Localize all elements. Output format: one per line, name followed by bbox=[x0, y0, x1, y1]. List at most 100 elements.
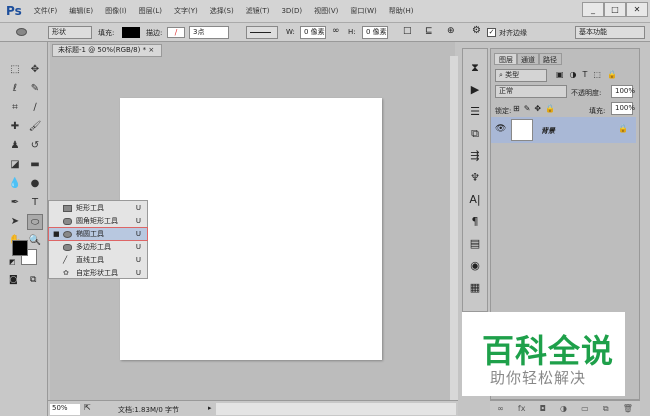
brush-tool-icon[interactable]: 🖌 bbox=[27, 119, 43, 135]
layer-row-background[interactable]: 👁 背景 🔒 bbox=[491, 117, 636, 143]
align-edges-checkbox[interactable]: ✓ bbox=[487, 28, 496, 37]
share-icon[interactable]: ⇱ bbox=[84, 403, 91, 412]
menu-view[interactable]: 视图(V) bbox=[314, 6, 338, 16]
blend-mode-select[interactable]: 正常 bbox=[495, 85, 567, 98]
fill-label: 填充: bbox=[98, 29, 115, 37]
path-operations-icon[interactable]: □ bbox=[403, 26, 412, 36]
quick-select-tool-icon[interactable]: ✎ bbox=[27, 81, 43, 97]
tab-channels[interactable]: 通道 bbox=[516, 53, 540, 65]
history-brush-icon[interactable]: ↺ bbox=[27, 138, 43, 154]
vertical-scrollbar[interactable] bbox=[450, 56, 458, 400]
healing-tool-icon[interactable]: ✚ bbox=[7, 119, 23, 135]
default-colors-icon[interactable]: ◩ bbox=[9, 258, 16, 266]
height-input[interactable]: 0 像素 bbox=[362, 26, 388, 39]
path-arrangement-icon[interactable]: ⊕ bbox=[447, 26, 455, 36]
add-mask-icon[interactable]: ◘ bbox=[540, 404, 546, 413]
clone-source-icon[interactable]: ⧉ bbox=[463, 123, 487, 145]
stamp-tool-icon[interactable]: ♟ bbox=[7, 138, 23, 154]
fx-icon[interactable]: fx bbox=[518, 404, 526, 413]
canvas[interactable] bbox=[120, 98, 382, 360]
history-icon[interactable]: ⧗ bbox=[463, 57, 487, 79]
foreground-color[interactable] bbox=[12, 240, 28, 256]
menu-help[interactable]: 帮助(H) bbox=[389, 6, 414, 16]
lock-icons[interactable]: ⊞✎✥🔒 bbox=[513, 104, 559, 113]
close-tab-icon[interactable]: × bbox=[148, 46, 154, 54]
polygon-icon bbox=[63, 243, 72, 251]
gradient-tool-icon[interactable]: ▬ bbox=[27, 157, 43, 173]
document-tab[interactable]: 未标题-1 @ 50%(RGB/8) * × bbox=[52, 44, 162, 57]
stroke-label: 描边: bbox=[146, 29, 163, 37]
minimize-button[interactable]: _ bbox=[582, 2, 604, 17]
flyout-item-rectangle[interactable]: 矩形工具 U bbox=[49, 202, 147, 214]
width-input[interactable]: 0 像素 bbox=[300, 26, 326, 39]
menu-filter[interactable]: 滤镜(T) bbox=[246, 6, 270, 16]
quick-mask-icon[interactable]: ◙ bbox=[9, 275, 18, 285]
close-button[interactable]: ✕ bbox=[626, 2, 648, 17]
eraser-tool-icon[interactable]: ◪ bbox=[7, 157, 23, 173]
mode-select[interactable]: 形状 bbox=[48, 26, 92, 39]
menu-select[interactable]: 选择(S) bbox=[210, 6, 234, 16]
marquee-tool-icon[interactable]: ⬚ bbox=[7, 62, 23, 78]
stroke-swatch[interactable]: / bbox=[167, 27, 185, 38]
menu-window[interactable]: 窗口(W) bbox=[350, 6, 376, 16]
pen-tool-icon[interactable]: ✒ bbox=[7, 195, 23, 211]
stroke-size-input[interactable]: 3点 bbox=[189, 26, 229, 39]
link-icon[interactable]: ∞ bbox=[332, 26, 340, 36]
paragraph-icon[interactable]: ¶ bbox=[463, 211, 487, 233]
ellipse-tool-icon[interactable]: ⬭ bbox=[27, 214, 43, 230]
crop-tool-icon[interactable]: ⌗ bbox=[7, 100, 23, 116]
properties-icon[interactable]: ☰ bbox=[463, 101, 487, 123]
type-tool-icon[interactable]: T bbox=[27, 195, 43, 211]
3d-icon[interactable]: ◉ bbox=[463, 255, 487, 277]
menu-image[interactable]: 图像(I) bbox=[105, 6, 127, 16]
fill-swatch[interactable] bbox=[122, 27, 140, 38]
flyout-item-rounded-rectangle[interactable]: 圆角矩形工具 U bbox=[49, 215, 147, 227]
brush-presets-icon[interactable]: ♆ bbox=[463, 167, 487, 189]
custom-shape-icon: ✿ bbox=[63, 269, 69, 277]
workspace-select[interactable]: 基本功能 bbox=[575, 26, 645, 39]
delete-layer-icon[interactable]: 🗑 bbox=[623, 404, 633, 413]
gear-icon[interactable]: ⚙ bbox=[472, 25, 481, 36]
new-layer-icon[interactable]: ⧉ bbox=[603, 404, 609, 414]
menu-edit[interactable]: 编辑(E) bbox=[69, 6, 93, 16]
swatches-icon[interactable]: ▦ bbox=[463, 277, 487, 299]
filter-icons[interactable]: ▣◑T⬚🔒 bbox=[556, 70, 623, 79]
opacity-input[interactable]: 100% bbox=[611, 85, 635, 98]
actions-play-icon[interactable]: ▶ bbox=[463, 79, 487, 101]
lasso-tool-icon[interactable]: ℓ bbox=[7, 81, 23, 97]
stroke-type-select[interactable] bbox=[246, 26, 278, 39]
path-select-tool-icon[interactable]: ➤ bbox=[7, 214, 23, 230]
swap-colors-icon[interactable]: ⤻ bbox=[30, 236, 39, 246]
horizontal-scrollbar[interactable] bbox=[216, 403, 456, 415]
menu-file[interactable]: 文件(F) bbox=[34, 6, 58, 16]
character-icon[interactable]: A| bbox=[463, 189, 487, 211]
ellipse-icon bbox=[63, 230, 72, 238]
path-alignment-icon[interactable]: ⊑ bbox=[425, 26, 433, 36]
notes-icon[interactable]: ▤ bbox=[463, 233, 487, 255]
layer-filter-select[interactable]: ⌕ 类型 bbox=[495, 69, 547, 82]
tab-paths[interactable]: 路径 bbox=[538, 53, 562, 65]
flyout-item-polygon[interactable]: 多边形工具 U bbox=[49, 241, 147, 253]
link-layers-icon[interactable]: ∞ bbox=[497, 404, 504, 413]
maximize-button[interactable]: □ bbox=[604, 2, 626, 17]
flyout-item-line[interactable]: ╱ 直线工具 U bbox=[49, 254, 147, 266]
eyedropper-tool-icon[interactable]: ∕ bbox=[27, 100, 43, 116]
visibility-eye-icon[interactable]: 👁 bbox=[495, 124, 506, 134]
menu-3d[interactable]: 3D(D) bbox=[281, 7, 302, 15]
screen-mode-icon[interactable]: ⧉ bbox=[30, 275, 36, 285]
tab-layers[interactable]: 图层 bbox=[494, 53, 518, 65]
status-menu-arrow-icon[interactable]: ▸ bbox=[208, 404, 212, 412]
adjustment-layer-icon[interactable]: ◑ bbox=[560, 404, 567, 413]
menu-layer[interactable]: 图层(L) bbox=[139, 6, 162, 16]
fill-input[interactable]: 100% bbox=[611, 102, 635, 115]
adjustments-icon[interactable]: ⇶ bbox=[463, 145, 487, 167]
blur-tool-icon[interactable]: 💧 bbox=[7, 176, 23, 192]
ellipse-tool-preset-icon[interactable] bbox=[16, 28, 27, 36]
menu-type[interactable]: 文字(Y) bbox=[174, 6, 198, 16]
flyout-item-custom-shape[interactable]: ✿ 自定形状工具 U bbox=[49, 267, 147, 279]
flyout-item-ellipse[interactable]: ■ 椭圆工具 U bbox=[48, 227, 148, 241]
dodge-tool-icon[interactable]: ● bbox=[27, 176, 43, 192]
new-group-icon[interactable]: ▭ bbox=[581, 404, 589, 413]
move-tool-icon[interactable]: ✥ bbox=[27, 62, 43, 78]
zoom-level[interactable]: 50% bbox=[50, 404, 80, 415]
